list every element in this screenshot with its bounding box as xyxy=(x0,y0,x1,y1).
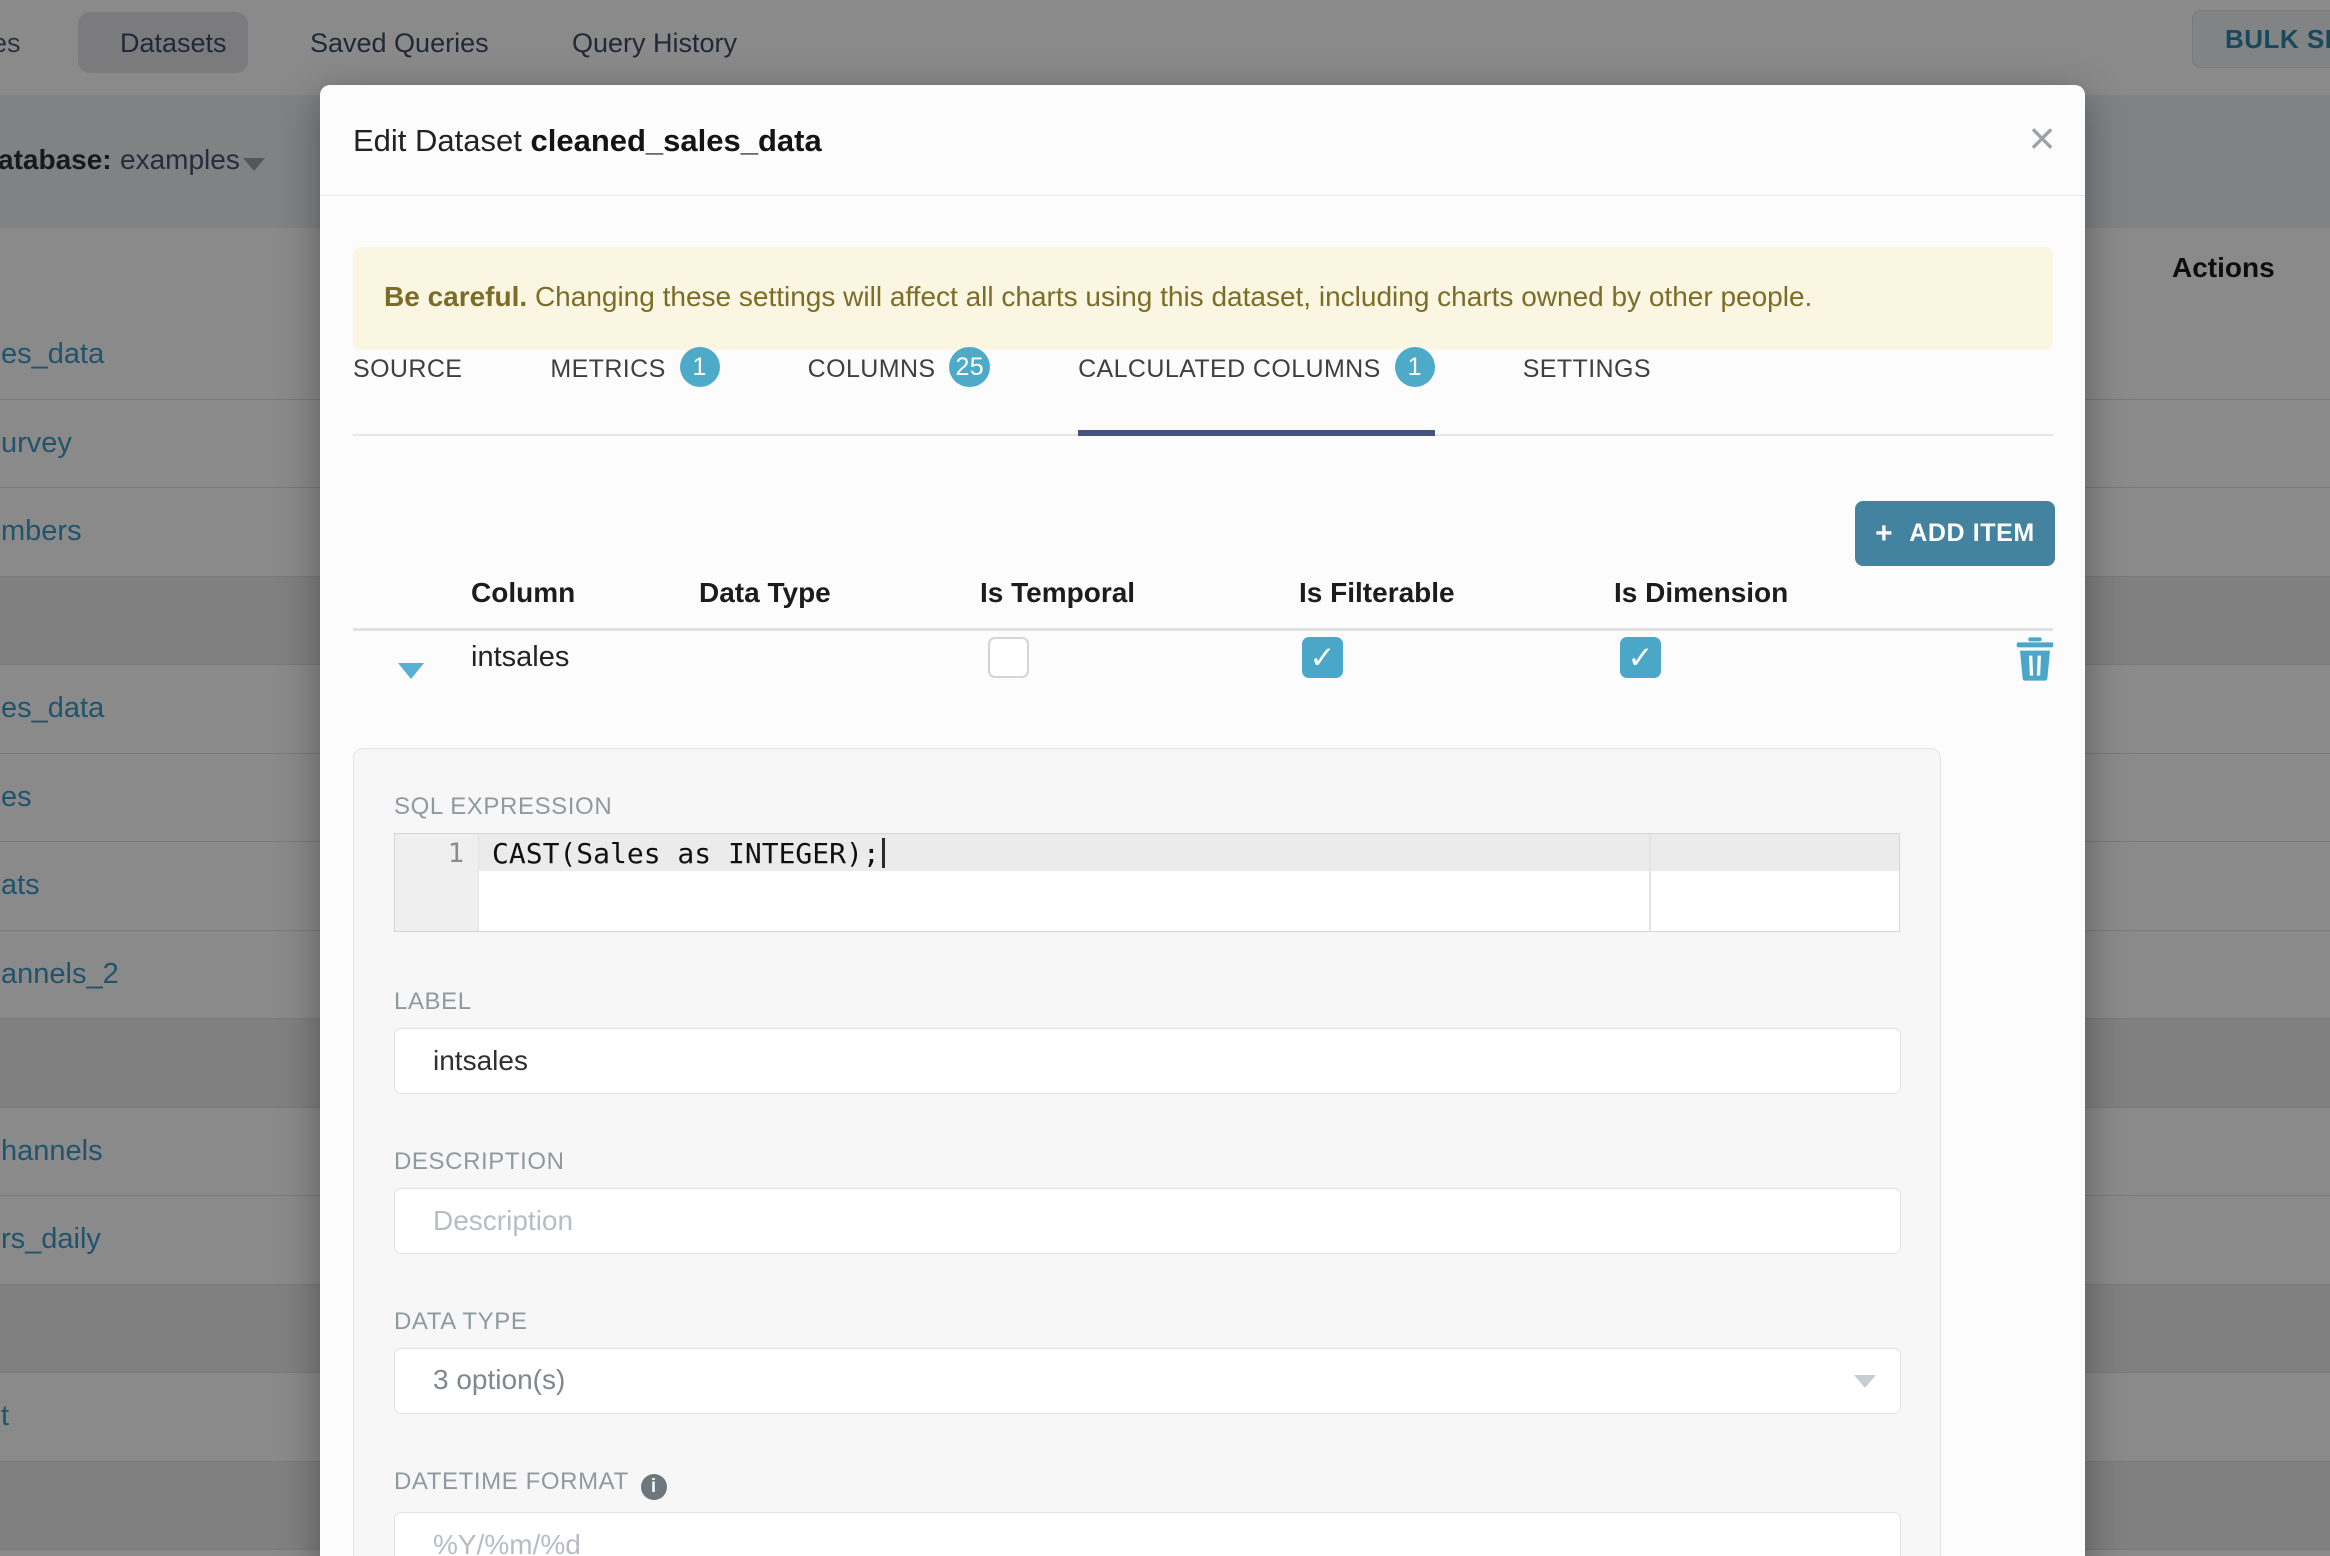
label-input[interactable] xyxy=(394,1028,1901,1094)
label-field-label: LABEL xyxy=(394,988,472,1015)
datetime-format-field-label: DATETIME FORMAT i xyxy=(394,1468,1900,1500)
column-header-is-temporal: Is Temporal xyxy=(980,577,1136,608)
screen: es Datasets Saved Queries Query History … xyxy=(0,0,2330,1556)
tab-label: METRICS xyxy=(550,355,666,383)
line-number: 1 xyxy=(447,838,464,869)
tab-calculated-columns[interactable]: CALCULATED COLUMNS 1 xyxy=(1078,343,1435,436)
tab-label: SETTINGS xyxy=(1522,355,1651,383)
description-field-group: DESCRIPTION xyxy=(394,1148,1901,1254)
modal-tabs: SOURCE METRICS 1 COLUMNS 25 CALCULATED COL… xyxy=(353,343,1739,437)
sql-code[interactable]: CAST(Sales as INTEGER); xyxy=(492,837,885,870)
tab-label: COLUMNS xyxy=(807,355,936,383)
is-dimension-checkbox[interactable]: ✓ xyxy=(1620,637,1661,678)
info-icon[interactable]: i xyxy=(640,1474,667,1500)
calculated-columns-count-badge: 1 xyxy=(1394,347,1435,387)
tab-columns[interactable]: COLUMNS 25 xyxy=(807,343,991,436)
is-temporal-checkbox[interactable] xyxy=(988,637,1029,678)
print-margin-line xyxy=(1649,834,1651,931)
data-type-select[interactable]: 3 option(s) xyxy=(394,1348,1901,1414)
tab-label: CALCULATED COLUMNS xyxy=(1078,355,1381,383)
is-filterable-checkbox[interactable]: ✓ xyxy=(1302,637,1343,678)
metrics-count-badge: 1 xyxy=(679,347,720,387)
edit-dataset-modal: Edit Dataset cleaned_sales_data × Be car… xyxy=(320,85,2085,1556)
add-item-label: ADD ITEM xyxy=(1909,518,2035,547)
sql-code-text: CAST(Sales as INTEGER); xyxy=(492,837,880,870)
tab-source[interactable]: SOURCE xyxy=(353,343,462,436)
tab-label: SOURCE xyxy=(353,355,463,383)
columns-count-badge: 25 xyxy=(949,347,991,387)
warning-body: Changing these settings will affect all … xyxy=(527,281,1813,312)
chevron-down-icon xyxy=(1854,1375,1876,1388)
plus-icon: + xyxy=(1875,516,1894,550)
modal-header: Edit Dataset cleaned_sales_data × xyxy=(320,85,2085,196)
data-type-field-label: DATA TYPE xyxy=(394,1308,528,1335)
data-type-field-group: DATA TYPE 3 option(s) xyxy=(394,1308,1901,1414)
warning-bold: Be careful. xyxy=(384,281,528,312)
collapse-row-icon[interactable] xyxy=(398,663,424,679)
data-type-selected-value: 3 option(s) xyxy=(433,1364,566,1395)
tab-settings[interactable]: SETTINGS xyxy=(1523,343,1651,436)
label-field-group: LABEL xyxy=(394,988,1901,1094)
close-icon[interactable]: × xyxy=(2014,111,2070,167)
modal-title: Edit Dataset cleaned_sales_data xyxy=(353,123,822,159)
datetime-format-input[interactable] xyxy=(394,1512,1901,1556)
delete-trash-icon[interactable] xyxy=(2015,637,2055,681)
editor-gutter: 1 xyxy=(395,834,479,931)
column-header-column: Column xyxy=(471,577,576,608)
warning-text: Be careful. Changing these settings will… xyxy=(384,281,1812,313)
calculated-column-detail-panel: SQL EXPRESSION 1 CAST(Sales as INTEGER);… xyxy=(353,748,1941,1556)
modal-title-dataset-name: cleaned_sales_data xyxy=(530,123,822,158)
column-header-is-dimension: Is Dimension xyxy=(1614,577,1789,608)
sql-expression-label: SQL EXPRESSION xyxy=(394,793,613,820)
description-field-label: DESCRIPTION xyxy=(394,1148,565,1175)
datetime-format-label-text: DATETIME FORMAT xyxy=(394,1468,629,1495)
description-input[interactable] xyxy=(394,1188,1901,1254)
add-item-button[interactable]: + ADD ITEM xyxy=(1855,501,2055,566)
tab-metrics[interactable]: METRICS 1 xyxy=(550,343,720,436)
grid-header-divider xyxy=(353,628,2053,631)
warning-banner: Be careful. Changing these settings will… xyxy=(353,247,2053,350)
check-icon: ✓ xyxy=(1627,640,1654,675)
modal-title-prefix: Edit Dataset xyxy=(353,123,531,158)
column-header-is-filterable: Is Filterable xyxy=(1299,577,1455,608)
sql-expression-editor[interactable]: 1 CAST(Sales as INTEGER); xyxy=(394,833,1900,932)
check-icon: ✓ xyxy=(1309,640,1336,675)
column-header-data-type: Data Type xyxy=(699,577,831,608)
calculated-column-name: intsales xyxy=(471,641,570,673)
datetime-format-field-group: DATETIME FORMAT i xyxy=(394,1468,1901,1556)
text-cursor xyxy=(881,838,885,868)
